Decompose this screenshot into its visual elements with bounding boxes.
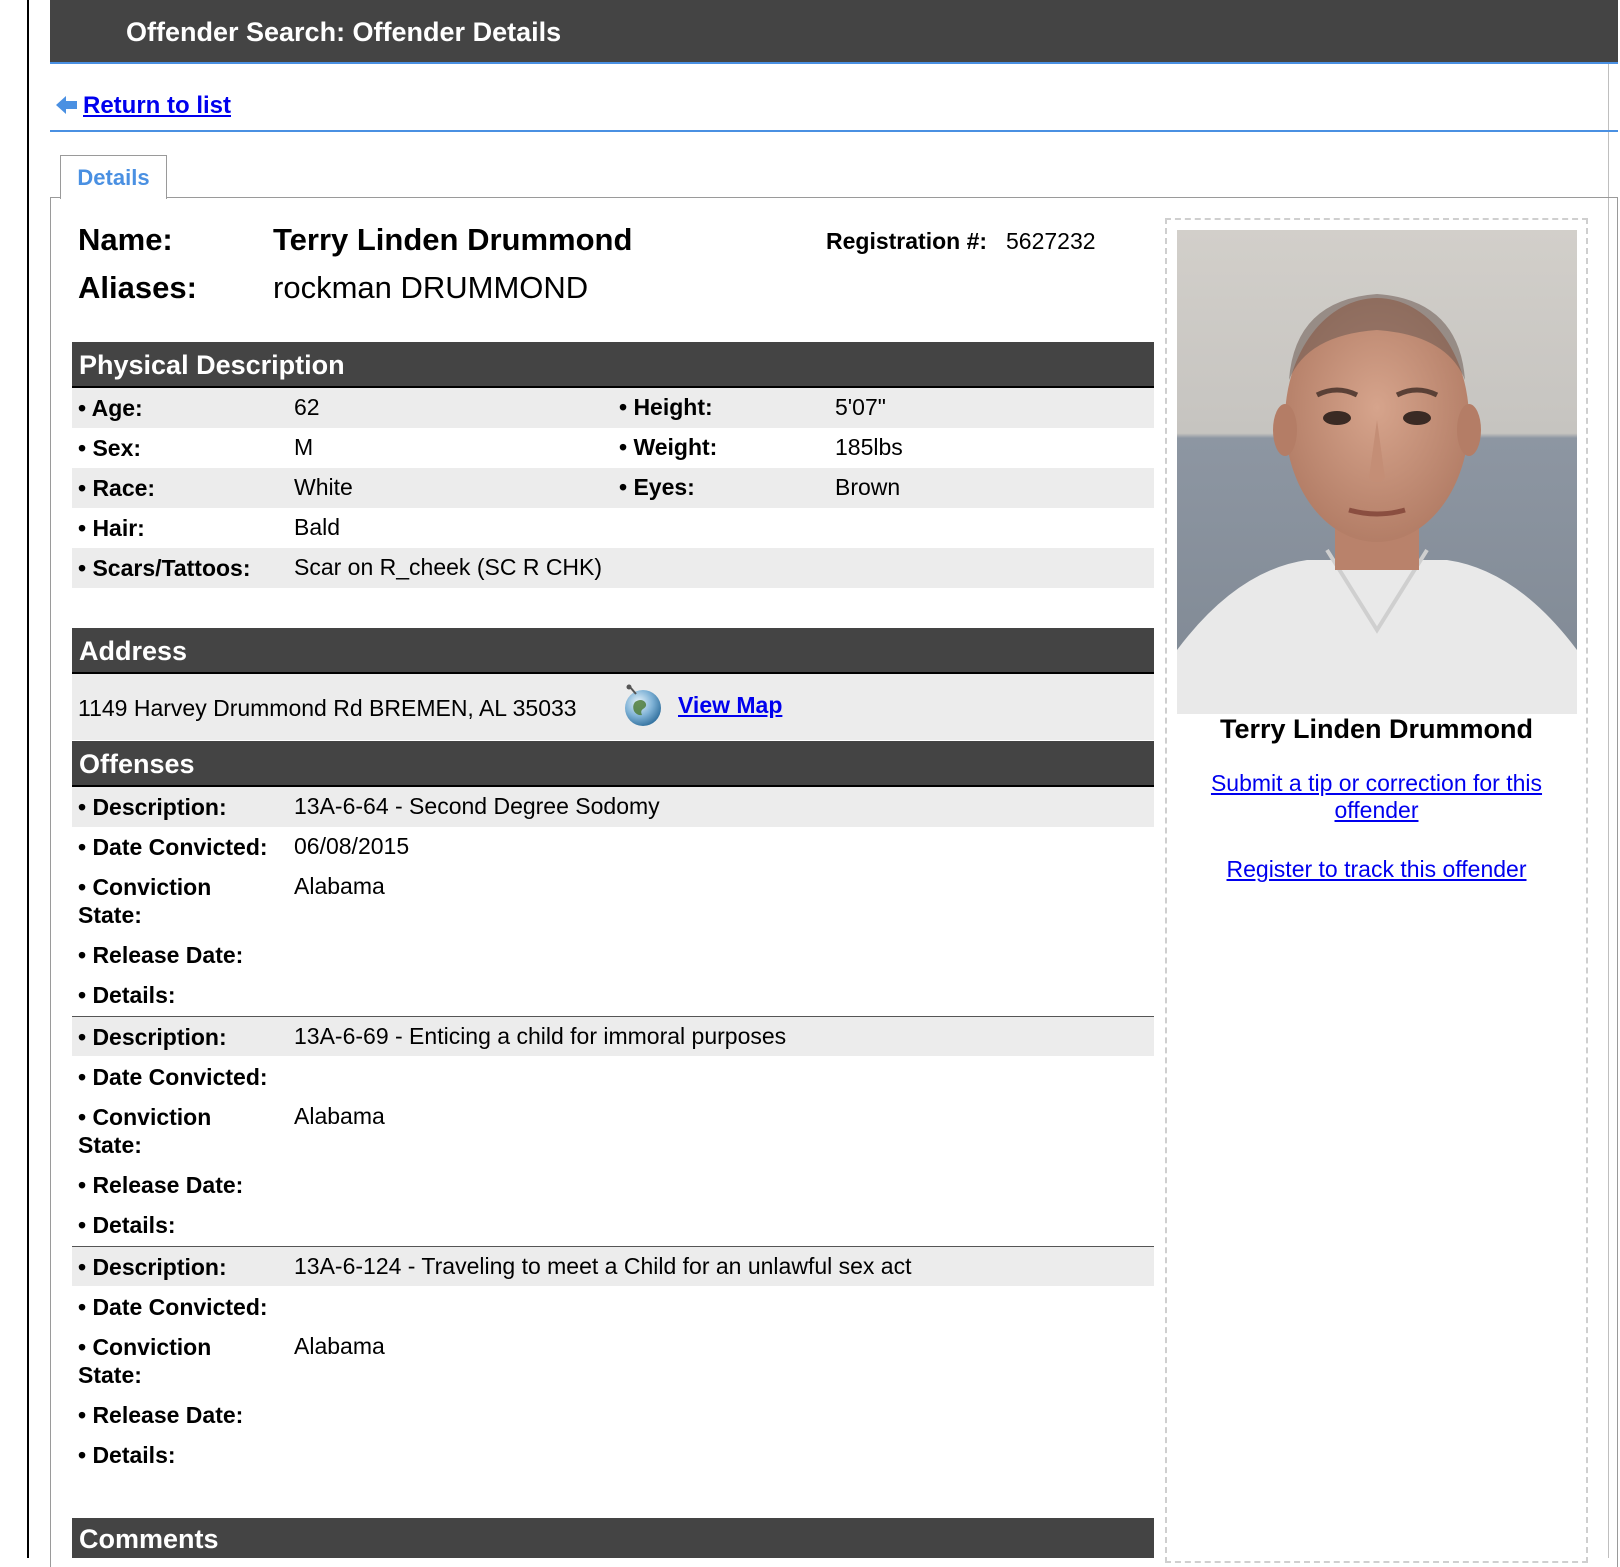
- return-to-list-link[interactable]: Return to list: [83, 92, 231, 120]
- conviction-state-label: • Conviction State:: [78, 874, 212, 928]
- offense-conviction-state: Alabama: [294, 1103, 385, 1129]
- date-convicted-label: • Date Convicted:: [78, 1294, 268, 1320]
- sex-value: M: [294, 434, 314, 460]
- age-value: 62: [294, 394, 320, 420]
- offense-date-convicted: 06/08/2015: [294, 833, 410, 859]
- description-label: • Description:: [78, 794, 227, 820]
- offense-3-details-row: • Details:: [72, 1435, 1154, 1475]
- tab-details[interactable]: Details: [60, 155, 167, 199]
- description-label: • Description:: [78, 1024, 227, 1050]
- physical-row-race: • Race: White • Eyes: Brown: [72, 468, 1154, 508]
- page-left-border: [27, 0, 29, 1558]
- track-offender-link-container: Register to track this offender: [1165, 856, 1588, 883]
- offense-2-state-row: • Conviction State: Alabama: [72, 1097, 1154, 1161]
- title-bar: Offender Search: Offender Details: [50, 0, 1618, 64]
- weight-value: 185lbs: [835, 434, 903, 460]
- description-label: • Description:: [78, 1254, 227, 1280]
- details-label: • Details:: [78, 1212, 176, 1238]
- comments-header: Comments: [72, 1518, 1154, 1558]
- weight-label: • Weight:: [619, 434, 718, 460]
- release-date-label: • Release Date:: [78, 1402, 244, 1428]
- offense-3-release-row: • Release Date:: [72, 1395, 1154, 1435]
- offense-1-description-row: • Description: 13A-6-64 - Second Degree …: [72, 787, 1154, 827]
- offender-photo: [1177, 230, 1577, 714]
- offense-2-description-row: • Description: 13A-6-69 - Enticing a chi…: [72, 1016, 1154, 1056]
- physical-row-age: • Age: 62 • Height: 5'07": [72, 388, 1154, 428]
- release-date-label: • Release Date:: [78, 1172, 244, 1198]
- offense-3-state-row: • Conviction State: Alabama: [72, 1327, 1154, 1391]
- address-value: 1149 Harvey Drummond Rd BREMEN, AL 35033: [78, 695, 577, 721]
- photo-caption-name: Terry Linden Drummond: [1219, 714, 1534, 744]
- physical-row-sex: • Sex: M • Weight: 185lbs: [72, 428, 1154, 468]
- offender-name: Terry Linden Drummond: [273, 222, 633, 257]
- view-map-link[interactable]: View Map: [678, 692, 782, 719]
- hair-label: • Hair:: [78, 515, 145, 541]
- offense-1-release-row: • Release Date:: [72, 935, 1154, 975]
- race-label: • Race:: [78, 475, 156, 501]
- register-track-link[interactable]: Register to track this offender: [1227, 856, 1527, 882]
- offense-conviction-state: Alabama: [294, 873, 385, 899]
- offense-description: 13A-6-69 - Enticing a child for immoral …: [294, 1023, 787, 1049]
- page-title: Offender Search: Offender Details: [126, 17, 562, 47]
- offense-description: 13A-6-124 - Traveling to meet a Child fo…: [294, 1253, 912, 1279]
- height-label: • Height:: [619, 394, 713, 420]
- submit-tip-link[interactable]: Submit a tip or correction for this offen…: [1211, 770, 1542, 823]
- address-header: Address: [72, 628, 1154, 674]
- registration-label: Registration #:: [826, 228, 988, 254]
- left-arrow-icon[interactable]: [56, 95, 78, 115]
- offense-description: 13A-6-64 - Second Degree Sodomy: [294, 793, 660, 819]
- offense-conviction-state: Alabama: [294, 1333, 385, 1359]
- offense-1-details-row: • Details:: [72, 975, 1154, 1015]
- registration-value: 5627232: [1006, 228, 1096, 254]
- physical-description-header: Physical Description: [72, 342, 1154, 388]
- globe-icon[interactable]: [621, 684, 665, 728]
- offense-3-description-row: • Description: 13A-6-124 - Traveling to …: [72, 1246, 1154, 1286]
- age-label: • Age:: [78, 395, 143, 421]
- date-convicted-label: • Date Convicted:: [78, 1064, 268, 1090]
- race-value: White: [294, 474, 353, 500]
- offenses-header: Offenses: [72, 741, 1154, 787]
- details-label: • Details:: [78, 982, 176, 1008]
- details-label: • Details:: [78, 1442, 176, 1468]
- scars-value: Scar on R_cheek (SC R CHK): [294, 554, 603, 580]
- aliases-value: rockman DRUMMOND: [273, 270, 589, 305]
- physical-row-scars: • Scars/Tattoos: Scar on R_cheek (SC R C…: [72, 548, 1154, 588]
- offense-2-release-row: • Release Date:: [72, 1165, 1154, 1205]
- physical-row-hair: • Hair: Bald: [72, 508, 1154, 548]
- conviction-state-label: • Conviction State:: [78, 1334, 212, 1388]
- date-convicted-label: • Date Convicted:: [78, 834, 268, 860]
- offense-1-state-row: • Conviction State: Alabama: [72, 867, 1154, 931]
- height-value: 5'07": [835, 394, 886, 420]
- offense-2-date-row: • Date Convicted:: [72, 1057, 1154, 1097]
- submit-tip-link-container: Submit a tip or correction for this offen…: [1165, 770, 1588, 824]
- aliases-label: Aliases:: [78, 270, 197, 305]
- eyes-value: Brown: [835, 474, 901, 500]
- return-row: Return to list: [50, 90, 1618, 132]
- name-label: Name:: [78, 222, 173, 257]
- offense-1-date-row: • Date Convicted: 06/08/2015: [72, 827, 1154, 867]
- offense-3-date-row: • Date Convicted:: [72, 1287, 1154, 1327]
- release-date-label: • Release Date:: [78, 942, 244, 968]
- sex-label: • Sex:: [78, 435, 142, 461]
- conviction-state-label: • Conviction State:: [78, 1104, 212, 1158]
- hair-value: Bald: [294, 514, 341, 540]
- eyes-label: • Eyes:: [619, 474, 695, 500]
- offense-2-details-row: • Details:: [72, 1205, 1154, 1245]
- scars-label: • Scars/Tattoos:: [78, 555, 251, 581]
- address-row: 1149 Harvey Drummond Rd BREMEN, AL 35033…: [72, 674, 1154, 740]
